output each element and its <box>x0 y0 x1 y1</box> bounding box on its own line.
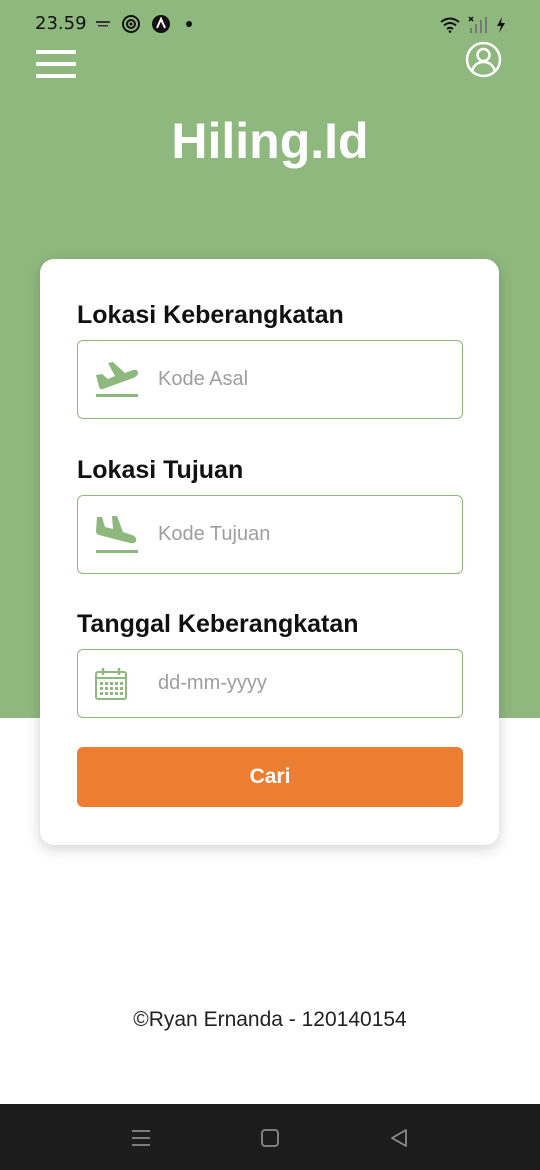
destination-field[interactable] <box>77 495 463 574</box>
home-icon[interactable] <box>258 1126 282 1150</box>
app-a-icon <box>152 15 170 33</box>
destination-label: Lokasi Tujuan <box>77 456 244 484</box>
calendar-icon <box>95 667 127 700</box>
departure-label: Lokasi Keberangkatan <box>77 301 344 329</box>
departure-field[interactable] <box>77 340 463 419</box>
flight-land-icon <box>96 515 138 553</box>
footer-credit: ©Ryan Ernanda - 120140154 <box>133 1008 407 1031</box>
back-icon[interactable] <box>387 1126 411 1150</box>
signal-icon <box>468 16 487 33</box>
flight-search-card: Lokasi Keberangkatan Lokasi Tujuan Tangg… <box>40 259 499 845</box>
hamburger-menu-icon[interactable] <box>36 50 76 78</box>
status-time: 23.59 <box>35 13 87 34</box>
brand-title: Hiling.Id <box>171 113 369 169</box>
destination-input[interactable] <box>158 496 448 573</box>
dot-icon <box>186 21 192 27</box>
system-navigation-bar <box>0 1104 540 1170</box>
recent-apps-icon[interactable] <box>129 1126 153 1150</box>
charging-icon <box>497 17 505 33</box>
wifi-icon <box>440 17 460 33</box>
search-button[interactable]: Cari <box>77 747 463 807</box>
status-bar: 23.59 <box>0 0 540 48</box>
date-input[interactable] <box>158 650 448 717</box>
record-icon <box>122 15 140 33</box>
date-label: Tanggal Keberangkatan <box>77 610 359 638</box>
date-field[interactable] <box>77 649 463 718</box>
flight-takeoff-icon <box>96 361 138 397</box>
user-profile-icon[interactable] <box>465 41 502 78</box>
departure-input[interactable] <box>158 341 448 418</box>
tiny-app-icon <box>96 21 110 27</box>
